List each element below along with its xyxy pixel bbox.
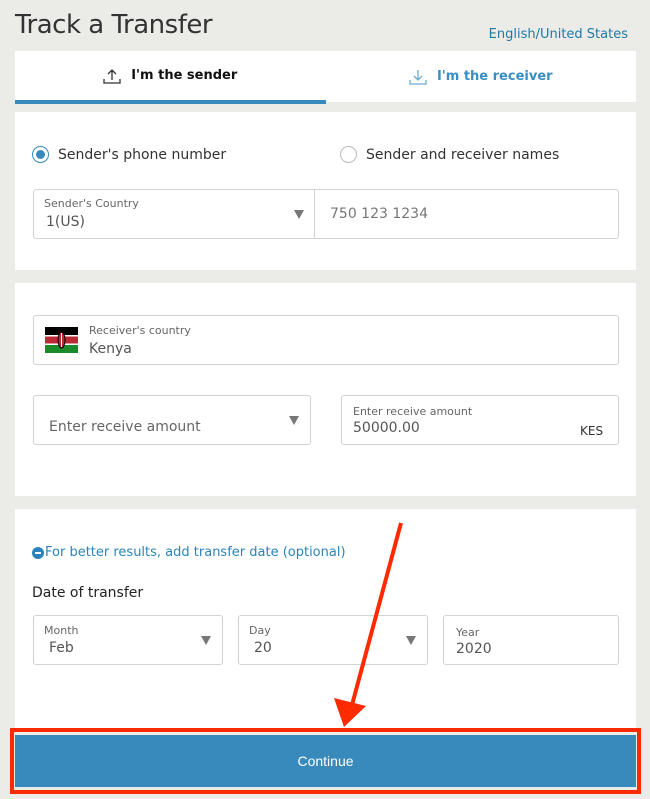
toggle-date-link[interactable]: For better results, add transfer date (o… <box>32 545 346 560</box>
tab-label: I'm the receiver <box>436 69 553 84</box>
field-label: Month <box>44 624 79 637</box>
tab-sender[interactable]: I'm the sender <box>15 51 326 104</box>
sender-card: Sender's phone number Sender and receive… <box>15 112 636 270</box>
annotation-highlight-box <box>10 728 641 794</box>
phone-input[interactable]: 750 123 1234 <box>314 189 619 239</box>
receiver-card: Receiver's country Kenya Enter receive a… <box>15 283 636 496</box>
radio-checked-icon <box>32 146 49 163</box>
day-select[interactable]: Day 20 <box>238 615 428 665</box>
field-label: Day <box>249 624 271 637</box>
language-link[interactable]: English/United States <box>489 27 628 42</box>
field-value: Feb <box>49 640 74 656</box>
field-value: 1(US) <box>46 214 85 230</box>
chevron-down-icon <box>201 636 211 645</box>
radio-unchecked-icon <box>340 146 357 163</box>
sender-country-select[interactable]: Sender's Country 1(US) <box>33 189 315 239</box>
placeholder: Enter receive amount <box>49 419 201 435</box>
receive-amount-input[interactable]: Enter receive amount 50000.00 KES <box>341 395 619 445</box>
field-value: 20 <box>254 640 272 656</box>
date-card: For better results, add transfer date (o… <box>15 509 636 731</box>
field-label: Sender's Country <box>44 197 139 210</box>
download-icon <box>409 69 427 85</box>
radio-names[interactable]: Sender and receiver names <box>340 146 559 163</box>
date-title: Date of transfer <box>32 585 144 601</box>
radio-phone[interactable]: Sender's phone number <box>32 146 226 163</box>
role-tabs: I'm the sender I'm the receiver <box>15 51 636 104</box>
field-value: 50000.00 <box>353 420 420 436</box>
field-label: Enter receive amount <box>353 405 473 418</box>
page-title: Track a Transfer <box>15 10 213 40</box>
month-select[interactable]: Month Feb <box>33 615 223 665</box>
minus-circle-icon <box>32 546 44 559</box>
receive-amount-select[interactable]: Enter receive amount <box>33 395 311 445</box>
chevron-down-icon <box>289 416 299 425</box>
year-input[interactable]: Year 2020 <box>443 615 619 665</box>
field-label: Receiver's country <box>89 324 191 337</box>
field-value: Kenya <box>89 341 132 357</box>
radio-label: Sender's phone number <box>58 146 227 163</box>
chevron-down-icon <box>294 210 304 219</box>
chevron-down-icon <box>406 636 416 645</box>
receiver-country-select[interactable]: Receiver's country Kenya <box>33 315 619 365</box>
upload-icon <box>103 68 121 84</box>
kenya-flag-icon <box>45 327 78 353</box>
field-label: Year <box>456 626 480 639</box>
field-value: 2020 <box>456 641 492 657</box>
tab-receiver[interactable]: I'm the receiver <box>325 51 636 102</box>
tab-label: I'm the sender <box>131 68 238 83</box>
placeholder: 750 123 1234 <box>330 206 428 222</box>
currency-code: KES <box>580 424 604 438</box>
link-label: For better results, add transfer date (o… <box>45 545 346 560</box>
radio-label: Sender and receiver names <box>366 146 560 163</box>
